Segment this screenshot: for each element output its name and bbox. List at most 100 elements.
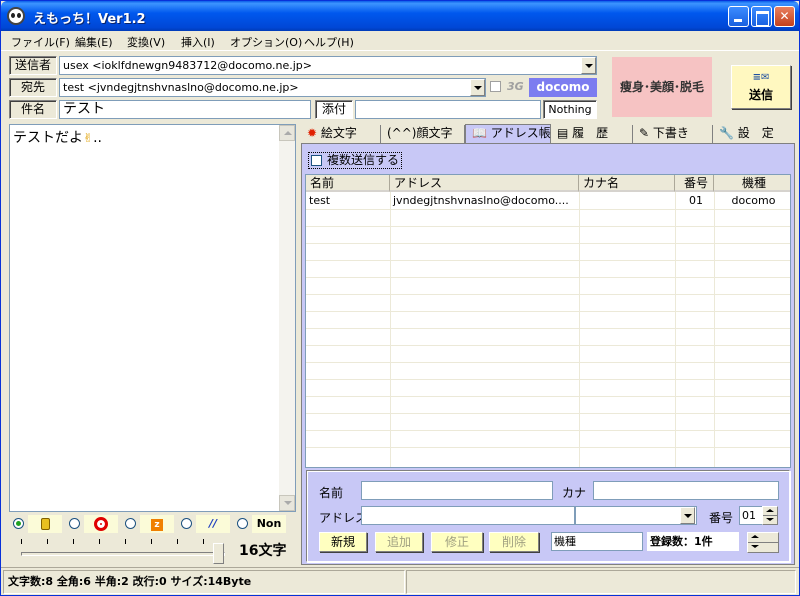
row-divider	[306, 447, 790, 448]
row-divider	[306, 311, 790, 312]
domain-dropdown-button[interactable]	[680, 507, 695, 524]
add-button[interactable]: 追加	[375, 532, 423, 552]
attach-button[interactable]: 添付	[315, 100, 353, 119]
new-button[interactable]: 新規	[319, 532, 367, 552]
status-text: 文字数:8 全角:6 半角:2 改行:0 サイズ:14Byte	[3, 570, 405, 594]
carrier-vodafone-radio[interactable]	[69, 518, 80, 529]
char-count: 16文字	[239, 543, 287, 559]
close-button[interactable]: ✕	[774, 6, 795, 27]
carrier-airh-radio[interactable]	[181, 518, 192, 529]
number-spinner[interactable]	[762, 506, 778, 525]
send-button[interactable]: ≡✉ 送信	[731, 65, 791, 109]
threeg-checkbox[interactable]	[490, 81, 501, 92]
spinner-down[interactable]	[763, 516, 777, 525]
menu-options[interactable]: オプション(O)	[230, 34, 302, 50]
tab-settings[interactable]: 🔧 設 定	[713, 125, 795, 143]
spinner-down[interactable]	[748, 543, 778, 553]
row-divider	[306, 209, 790, 210]
row-divider	[306, 260, 790, 261]
spinner-up[interactable]	[748, 533, 778, 543]
carrier-ezweb-radio[interactable]	[125, 518, 136, 529]
slider-thumb[interactable]	[213, 543, 224, 564]
ad-banner[interactable]: 痩身･美顔･脱毛	[612, 57, 712, 117]
row-divider	[306, 413, 790, 414]
edit-button[interactable]: 修正	[431, 532, 483, 552]
row-address: jvndegjtnshvnaslno@docomo....	[393, 194, 569, 207]
to-dropdown-button[interactable]	[470, 79, 485, 96]
title-bar[interactable]: えもっち！Ver1.2 ✕	[1, 1, 799, 31]
scroll-up-button[interactable]	[279, 125, 295, 141]
subject-field[interactable]: テスト	[59, 100, 311, 119]
menu-insert[interactable]: 挿入(I)	[181, 34, 215, 50]
main-window: えもっち！Ver1.2 ✕ ファイル(F) 編集(E) 変換(V) 挿入(I) …	[0, 0, 800, 596]
domain-select[interactable]	[575, 506, 697, 525]
tab-emoji[interactable]: ✹ 絵文字	[301, 125, 381, 143]
address-book-panel: 複数送信する 名前 アドレス カナ名 番号 機種 test jvndegjtns…	[301, 143, 795, 565]
list-spinner[interactable]	[747, 532, 779, 553]
editor-scrollbar[interactable]	[279, 125, 295, 511]
registered-count: 登録数：1件	[647, 532, 739, 551]
carrier-vodafone-option[interactable]	[67, 515, 122, 533]
menu-help[interactable]: ヘルプ(H)	[304, 34, 354, 50]
app-icon[interactable]	[7, 7, 25, 25]
wrench-icon: 🔧	[719, 126, 734, 140]
address-label: アドレス	[319, 511, 368, 525]
spinner-up[interactable]	[763, 507, 777, 516]
message-editor[interactable]: テストだよ✌..	[9, 124, 296, 512]
carrier-docomo-radio[interactable]	[13, 518, 24, 529]
maximize-button[interactable]	[751, 6, 772, 27]
book-icon: 📖	[472, 126, 487, 140]
attach-field[interactable]	[355, 100, 541, 119]
mail-icon: ≡✉	[752, 72, 770, 83]
from-value: usex <ioklfdnewgn9483712@docomo.ne.jp>	[63, 59, 312, 72]
window-title: えもっち！Ver1.2	[33, 12, 146, 27]
number-input[interactable]: 01	[739, 506, 763, 525]
address-input[interactable]	[361, 506, 575, 525]
message-text: テストだよ✌..	[13, 127, 102, 147]
menu-convert[interactable]: 変換(V)	[127, 34, 165, 50]
scroll-down-button[interactable]	[279, 495, 295, 511]
carrier-none-option[interactable]: Non	[235, 515, 290, 533]
column-header-kana[interactable]: カナ名	[579, 175, 675, 192]
kana-label: カナ	[562, 486, 587, 500]
row-divider	[306, 328, 790, 329]
column-divider	[390, 192, 391, 467]
message-trail: ..	[93, 130, 102, 146]
menu-file[interactable]: ファイル(F)	[11, 34, 70, 50]
font-size-slider[interactable]	[21, 552, 225, 556]
attach-status: Nothing	[543, 100, 597, 119]
docomo-carrier-icon	[28, 515, 62, 533]
table-row[interactable]: test jvndegjtnshvnaslno@docomo.... 01 do…	[306, 192, 790, 209]
row-divider	[306, 243, 790, 244]
from-field[interactable]: usex <ioklfdnewgn9483712@docomo.ne.jp>	[59, 56, 597, 75]
carrier-ezweb-option[interactable]: z	[123, 515, 178, 533]
row-divider	[306, 362, 790, 363]
tab-drafts[interactable]: ✎ 下書き	[633, 125, 713, 143]
minimize-button[interactable]	[728, 6, 749, 27]
column-header-name[interactable]: 名前	[306, 175, 390, 192]
multi-send-label: 複数送信する	[327, 153, 400, 167]
to-field[interactable]: test <jvndegjtnshvnaslno@docomo.ne.jp>	[59, 78, 486, 97]
carrier-airh-option[interactable]: //	[179, 515, 234, 533]
row-divider	[306, 396, 790, 397]
column-divider	[579, 192, 580, 467]
row-divider	[306, 379, 790, 380]
column-header-number[interactable]: 番号	[675, 175, 714, 192]
from-dropdown-button[interactable]	[581, 57, 596, 74]
carrier-docomo-option[interactable]	[11, 515, 66, 533]
delete-button[interactable]: 削除	[489, 532, 539, 552]
multi-send-checkbox[interactable]: 複数送信する	[308, 152, 403, 169]
address-list[interactable]: 名前 アドレス カナ名 番号 機種 test jvndegjtnshvnasln…	[305, 174, 791, 468]
tab-kaomoji[interactable]: (^^)顔文字	[381, 125, 465, 143]
tab-history[interactable]: ▤ 履 歴	[551, 125, 633, 143]
menu-edit[interactable]: 編集(E)	[75, 34, 113, 50]
name-input[interactable]	[361, 481, 553, 500]
kana-input[interactable]	[593, 481, 779, 500]
column-header-model[interactable]: 機種	[714, 175, 790, 192]
column-header-address[interactable]: アドレス	[390, 175, 579, 192]
carrier-none-radio[interactable]	[237, 518, 248, 529]
multi-send-check[interactable]	[311, 155, 322, 166]
model-field[interactable]: 機種	[551, 532, 643, 551]
tab-address-book[interactable]: 📖 アドレス帳	[465, 124, 551, 144]
row-divider	[306, 277, 790, 278]
